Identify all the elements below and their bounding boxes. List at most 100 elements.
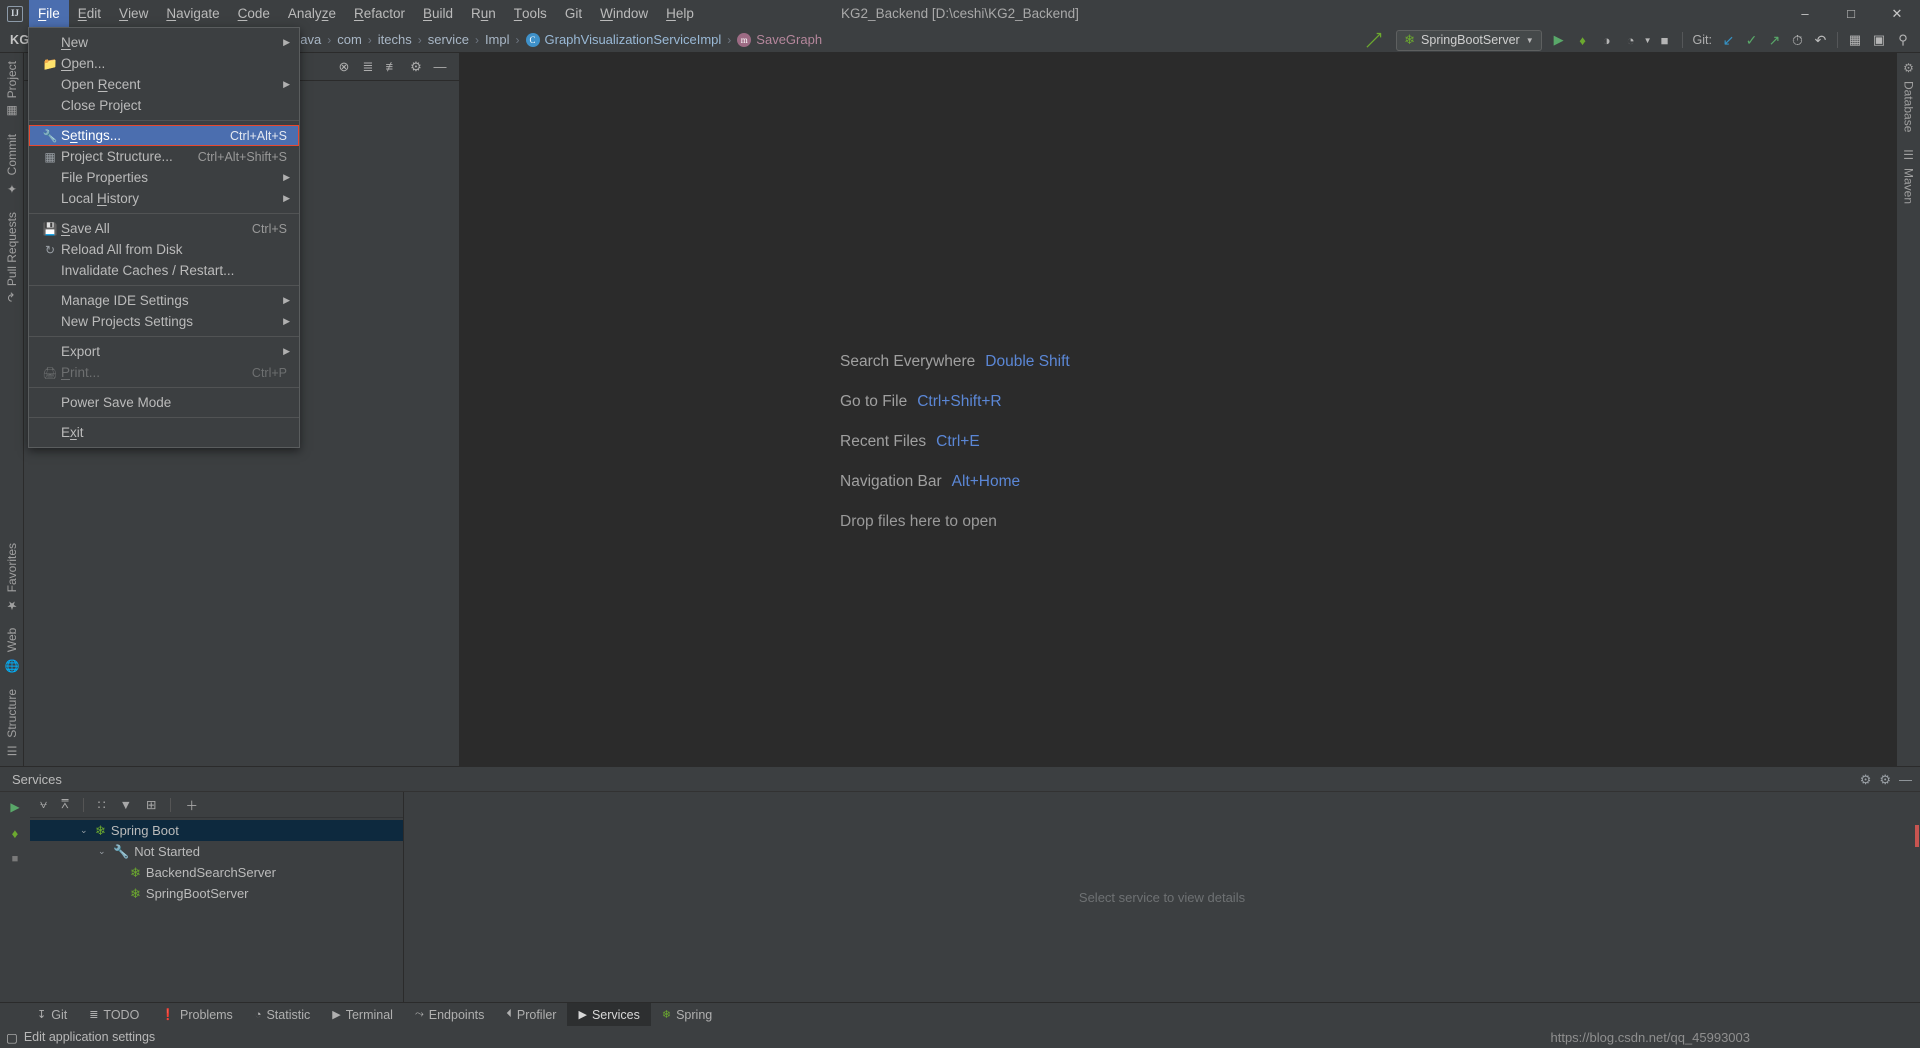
tab-todo[interactable]: ≣ TODO <box>78 1003 150 1027</box>
chevron-down-icon[interactable]: ▼ <box>1644 36 1652 45</box>
breadcrumb-impl[interactable]: Impl <box>479 32 516 47</box>
expand-all-icon[interactable]: ≣ <box>357 56 379 78</box>
chevron-down-icon[interactable]: ⌄ <box>98 846 108 857</box>
menu-item-open[interactable]: 📁 Open... <box>29 53 299 74</box>
stop-service-button[interactable]: ■ <box>12 853 19 865</box>
breadcrumb-com[interactable]: com <box>331 32 368 47</box>
tab-problems[interactable]: ❗ Problems <box>150 1003 244 1027</box>
tree-row[interactable]: ❄ BackendSearchServer <box>30 862 403 883</box>
git-history-icon[interactable]: ⏱ <box>1787 29 1808 51</box>
sidebar-item-commit[interactable]: ✦ Commit <box>1 126 23 203</box>
menu-item-local-history[interactable]: Local History ▶ <box>29 188 299 209</box>
tab-spring[interactable]: ❄ Spring <box>651 1003 723 1027</box>
chevron-down-icon[interactable]: ⌄ <box>80 825 90 836</box>
editor-empty-area[interactable]: Search Everywhere Double Shift Go to Fil… <box>460 53 1896 766</box>
filter-icon[interactable]: ▼ <box>120 798 132 812</box>
tab-git[interactable]: ↧ Git <box>26 1003 78 1027</box>
hide-icon[interactable]: — <box>1899 772 1912 787</box>
tab-endpoints[interactable]: ⤳ Endpoints <box>404 1003 495 1027</box>
menu-item-project-structure[interactable]: ▦ Project Structure... Ctrl+Alt+Shift+S <box>29 146 299 167</box>
collapse-all-icon[interactable]: ⊗ <box>333 56 355 78</box>
run-service-button[interactable]: ▶ <box>10 800 19 814</box>
help-icon[interactable]: ⚙ <box>1879 772 1891 788</box>
sidebar-item-favorites[interactable]: ★ Favorites <box>1 535 23 620</box>
add-tab-icon[interactable]: ⊞ <box>146 797 156 812</box>
run-configuration-selector[interactable]: ❄ SpringBootServer ▼ <box>1396 29 1542 51</box>
menu-item-invalidate-caches[interactable]: Invalidate Caches / Restart... <box>29 260 299 281</box>
menu-item-export[interactable]: Export ▶ <box>29 341 299 362</box>
sidebar-item-maven[interactable]: ☰ Maven <box>1898 140 1920 212</box>
select-opened-file-icon[interactable]: ≢ <box>381 56 403 78</box>
menu-item-close-project[interactable]: Close Project <box>29 95 299 116</box>
tree-row[interactable]: ⌄ ❄ Spring Boot <box>30 820 403 841</box>
debug-icon[interactable]: ♦ <box>1572 29 1594 51</box>
sidebar-item-label: Pull Requests <box>4 211 19 286</box>
menu-edit[interactable]: Edit <box>69 0 110 27</box>
git-push-icon[interactable]: ↗ <box>1764 29 1785 51</box>
maximize-button[interactable]: □ <box>1828 0 1874 27</box>
menu-analyze[interactable]: Analy z e <box>279 0 345 27</box>
sidebar-item-pull-requests[interactable]: ↷ Pull Requests <box>1 204 23 310</box>
submenu-arrow-icon: ▶ <box>283 79 290 89</box>
menu-view[interactable]: View <box>110 0 157 27</box>
menu-item-file-properties[interactable]: File Properties ▶ <box>29 167 299 188</box>
chevron-down-icon: ▼ <box>1525 35 1534 45</box>
menu-item-save-all[interactable]: 💾 Save All Ctrl+S <box>29 218 299 239</box>
menu-item-reload-all-from-disk[interactable]: ↻ Reload All from Disk <box>29 239 299 260</box>
collapse-all-icon[interactable]: ⩞ <box>61 797 69 812</box>
menu-item-new[interactable]: New ▶ <box>29 32 299 53</box>
breadcrumb-itechs[interactable]: itechs <box>372 32 418 47</box>
menu-build[interactable]: Build <box>414 0 462 27</box>
tab-services[interactable]: ▶ Services <box>567 1002 651 1027</box>
tab-statistic[interactable]: ◔ Statistic <box>244 1003 321 1027</box>
menu-item-manage-ide-settings[interactable]: Manage IDE Settings ▶ <box>29 290 299 311</box>
run-with-coverage-icon[interactable]: ◑ <box>1596 29 1618 51</box>
menu-git[interactable]: Git <box>556 0 591 27</box>
structure-icon[interactable]: ▦ <box>1844 29 1866 51</box>
menu-tools[interactable]: Tools <box>505 0 556 27</box>
expand-all-icon[interactable]: ⩝ <box>40 797 47 812</box>
settings-gear-icon[interactable]: ⚙ <box>405 56 427 78</box>
menu-file[interactable]: File <box>29 0 69 27</box>
breadcrumb-method[interactable]: m SaveGraph <box>731 32 828 47</box>
close-button[interactable]: ✕ <box>1874 0 1920 27</box>
breadcrumb-service[interactable]: service <box>422 32 475 47</box>
hide-icon[interactable]: — <box>429 56 451 78</box>
menu-refactor[interactable]: Refactor <box>345 0 414 27</box>
settings-gear-icon[interactable]: ⚙ <box>1860 772 1872 788</box>
group-by-icon[interactable]: ∷ <box>98 797 106 812</box>
run-icon[interactable]: ▶ <box>1548 29 1570 51</box>
menu-help[interactable]: Help <box>657 0 703 27</box>
add-service-icon[interactable]: ＋ <box>185 795 198 814</box>
stop-icon[interactable]: ■ <box>1654 29 1676 51</box>
todo-icon: ≣ <box>89 1009 99 1021</box>
minimize-button[interactable]: – <box>1782 0 1828 27</box>
menu-run[interactable]: Run <box>462 0 505 27</box>
tab-profiler[interactable]: ⏴ Profiler <box>495 1003 567 1027</box>
window-controls: – □ ✕ <box>1782 0 1920 27</box>
tab-terminal[interactable]: ▶ Terminal <box>321 1003 404 1027</box>
menu-code[interactable]: Code <box>229 0 279 27</box>
sidebar-item-web[interactable]: 🌐 Web <box>1 620 23 681</box>
breadcrumb-class[interactable]: C GraphVisualizationServiceImpl <box>520 32 728 47</box>
menu-window[interactable]: Window <box>591 0 657 27</box>
menu-navigate[interactable]: Navigate <box>157 0 228 27</box>
git-commit-icon[interactable]: ✓ <box>1741 29 1762 51</box>
search-icon[interactable]: ⚲ <box>1892 29 1914 51</box>
sidebar-item-project[interactable]: ▦ Project <box>1 53 23 126</box>
menu-item-open-recent[interactable]: Open Recent ▶ <box>29 74 299 95</box>
tree-row[interactable]: ❄ SpringBootServer <box>30 883 403 904</box>
breadcrumb-method-label: SaveGraph <box>756 32 823 47</box>
git-revert-icon[interactable]: ↶ <box>1810 29 1831 51</box>
sidebar-item-database[interactable]: ⚙ Database <box>1898 53 1920 140</box>
menu-item-power-save-mode[interactable]: Power Save Mode <box>29 392 299 413</box>
debug-service-button[interactable]: ♦ <box>12 826 19 841</box>
tree-row[interactable]: ⌄ 🔧 Not Started <box>30 841 403 862</box>
sidebar-item-structure[interactable]: ☰ Structure <box>1 681 23 766</box>
menu-item-new-projects-settings[interactable]: New Projects Settings ▶ <box>29 311 299 332</box>
menu-item-exit[interactable]: Exit <box>29 422 299 443</box>
profiler-icon[interactable]: ◔ <box>1620 29 1642 51</box>
menu-item-settings[interactable]: 🔧 Settings... Ctrl+Alt+S <box>29 125 299 146</box>
git-update-icon[interactable]: ↙ <box>1718 29 1739 51</box>
terminal-icon[interactable]: ▣ <box>1868 29 1890 51</box>
